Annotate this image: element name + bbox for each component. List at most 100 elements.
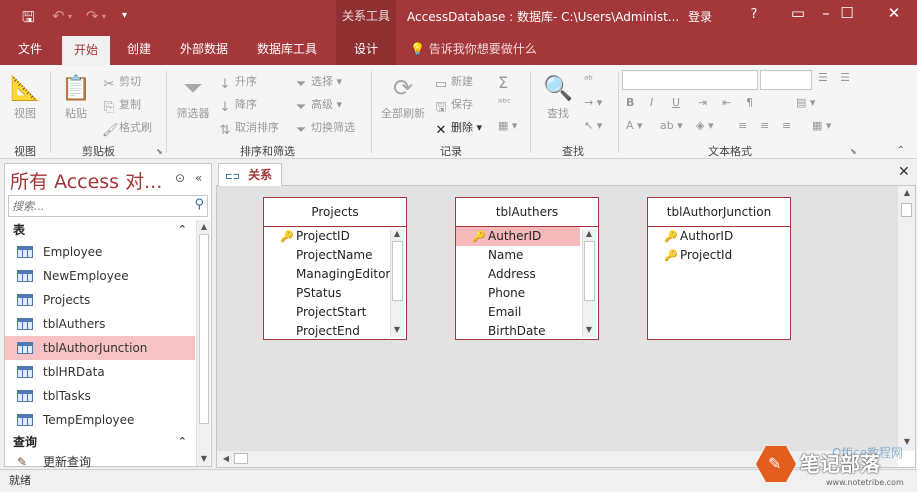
- field-list-scrollbar[interactable]: ▲ ▼: [582, 229, 596, 337]
- underline-icon[interactable]: U: [672, 96, 680, 109]
- cut-button[interactable]: ✂ 剪切: [102, 73, 141, 92]
- table-box-projects[interactable]: Projects 🔑 ProjectID ProjectName Managing…: [263, 197, 407, 340]
- indent-decrease-icon[interactable]: ⇤: [722, 96, 731, 109]
- field-row[interactable]: ProjectEnd: [264, 322, 390, 341]
- find-button[interactable]: 🔍 查找: [538, 73, 578, 121]
- field-row[interactable]: Address: [456, 265, 580, 284]
- tab-file[interactable]: 文件: [6, 33, 54, 65]
- align-center-icon[interactable]: ≡: [760, 119, 769, 132]
- align-right-icon[interactable]: ≡: [782, 119, 791, 132]
- field-row[interactable]: ProjectName: [264, 246, 390, 265]
- highlight-icon[interactable]: ab ▾: [660, 119, 683, 132]
- alt-row-color-icon[interactable]: ▦ ▾: [812, 119, 831, 132]
- nav-item-tblhrdata[interactable]: tblHRData: [5, 360, 195, 384]
- clear-sort-button[interactable]: ⇅ 取消排序: [218, 119, 279, 138]
- totals-icon[interactable]: Σ: [498, 73, 508, 92]
- table-box-tblauthers[interactable]: tblAuthers 🔑 AutherID Name Address Phone …: [455, 197, 599, 340]
- customize-qat-icon[interactable]: ▾: [122, 10, 127, 21]
- nav-item-newemployee[interactable]: NewEmployee: [5, 264, 195, 288]
- close-window-icon[interactable]: ✕: [884, 4, 904, 22]
- scroll-up-icon[interactable]: ▲: [900, 188, 914, 197]
- table-title[interactable]: tblAuthers: [456, 198, 598, 227]
- scroll-thumb[interactable]: [234, 453, 248, 464]
- view-button[interactable]: 📐 视图: [6, 73, 44, 121]
- copy-button[interactable]: ⎘ 复制: [102, 96, 141, 115]
- nav-item-tblauthorjunction[interactable]: tblAuthorJunction: [5, 336, 195, 360]
- advanced-button[interactable]: ⏷ 高级 ▾: [294, 96, 342, 115]
- indent-increase-icon[interactable]: ⇥: [698, 96, 707, 109]
- scroll-thumb[interactable]: [392, 241, 403, 301]
- spelling-icon[interactable]: ᵃᵇᶜ: [498, 96, 511, 109]
- font-size-box[interactable]: [760, 70, 812, 90]
- section-queries-header[interactable]: 查询 ⌃: [5, 432, 195, 452]
- text-format-launcher-icon[interactable]: ⬊: [850, 147, 857, 156]
- scroll-thumb[interactable]: [584, 241, 595, 301]
- close-document-icon[interactable]: ✕: [898, 164, 910, 180]
- table-title[interactable]: tblAuthorJunction: [648, 198, 790, 227]
- field-row-selected[interactable]: 🔑 AutherID: [456, 227, 580, 246]
- field-row[interactable]: BirthDate: [456, 322, 580, 341]
- tab-design[interactable]: 设计: [336, 33, 396, 65]
- nav-scrollbar[interactable]: ▲ ▼: [196, 220, 210, 466]
- field-row[interactable]: Name: [456, 246, 580, 265]
- nav-item-projects[interactable]: Projects: [5, 288, 195, 312]
- scroll-thumb[interactable]: [199, 234, 209, 424]
- nav-item-tbltasks[interactable]: tblTasks: [5, 384, 195, 408]
- italic-icon[interactable]: I: [650, 96, 653, 109]
- scroll-down-icon[interactable]: ▼: [583, 325, 595, 334]
- redo-icon[interactable]: ↷: [86, 7, 99, 25]
- field-row[interactable]: 🔑 AuthorID: [648, 227, 733, 246]
- nav-item-tblauthers[interactable]: tblAuthers: [5, 312, 195, 336]
- filter-button[interactable]: ⏷ 筛选器: [172, 73, 214, 121]
- field-row[interactable]: ManagingEditor: [264, 265, 390, 284]
- font-color-icon[interactable]: A ▾: [626, 119, 643, 132]
- fill-color-icon[interactable]: ◈ ▾: [696, 119, 713, 132]
- nav-search-input[interactable]: [9, 196, 184, 216]
- field-row[interactable]: PStatus: [264, 284, 390, 303]
- delete-button[interactable]: ✕ 删除 ▾: [434, 119, 482, 138]
- field-row[interactable]: 🔑 ProjectID: [264, 227, 390, 246]
- nav-item-employee[interactable]: Employee: [5, 240, 195, 264]
- field-row[interactable]: ProjectStart: [264, 303, 390, 322]
- tab-home[interactable]: 开始: [62, 36, 111, 65]
- field-row[interactable]: 🔑 ProjectId: [648, 246, 733, 265]
- scroll-up-icon[interactable]: ▲: [583, 229, 595, 238]
- scroll-up-icon[interactable]: ▲: [391, 229, 403, 238]
- ribbon-display-icon[interactable]: ▭: [788, 4, 808, 22]
- scroll-down-icon[interactable]: ▼: [197, 454, 211, 463]
- table-title[interactable]: Projects: [264, 198, 406, 227]
- scroll-down-icon[interactable]: ▼: [391, 325, 403, 334]
- replace-icon[interactable]: ᵃᵇ: [584, 73, 593, 86]
- canvas-vertical-scrollbar[interactable]: ▲ ▼: [898, 186, 915, 451]
- nav-pane-title[interactable]: 所有 Access 对...: [10, 167, 170, 194]
- numbering-icon[interactable]: ☰: [840, 71, 850, 84]
- login-link[interactable]: 登录: [688, 8, 712, 25]
- help-button[interactable]: ?: [744, 7, 764, 22]
- tell-me-box[interactable]: 💡 告诉我你想要做什么: [410, 33, 537, 65]
- tab-create[interactable]: 创建: [115, 33, 163, 65]
- save-record-button[interactable]: 🖫 保存: [434, 96, 473, 115]
- gridlines-icon[interactable]: ▤ ▾: [796, 96, 815, 109]
- relationships-tab[interactable]: ⊏⊐ 关系: [218, 163, 282, 186]
- align-left-icon[interactable]: ≡: [738, 119, 747, 132]
- scroll-left-icon[interactable]: ◀: [219, 454, 233, 463]
- section-tables-header[interactable]: 表 ⌃: [5, 220, 195, 240]
- undo-dropdown-icon[interactable]: ▾: [68, 12, 72, 21]
- search-icon[interactable]: ⚲: [194, 197, 204, 212]
- nav-item-tempemployee[interactable]: TempEmployee: [5, 408, 195, 432]
- refresh-all-button[interactable]: ⟳ 全部刷新: [376, 73, 430, 121]
- scroll-up-icon[interactable]: ▲: [197, 222, 211, 231]
- clipboard-launcher-icon[interactable]: ⬊: [156, 147, 163, 156]
- format-painter-button[interactable]: 🖌格式刷: [102, 119, 152, 138]
- sort-desc-button[interactable]: ↓ 降序: [218, 96, 257, 115]
- nav-collapse-icon[interactable]: «: [195, 171, 202, 185]
- undo-icon[interactable]: ↶: [52, 7, 65, 25]
- minimize-icon[interactable]: –: [816, 4, 836, 22]
- bold-icon[interactable]: B: [626, 96, 634, 109]
- sort-asc-button[interactable]: ↓ 升序: [218, 73, 257, 92]
- redo-dropdown-icon[interactable]: ▾: [102, 12, 106, 21]
- tab-external-data[interactable]: 外部数据: [168, 33, 240, 65]
- save-icon[interactable]: 🖫: [22, 7, 35, 32]
- selection-button[interactable]: ⏷ 选择 ▾: [294, 73, 342, 92]
- field-row[interactable]: Email: [456, 303, 580, 322]
